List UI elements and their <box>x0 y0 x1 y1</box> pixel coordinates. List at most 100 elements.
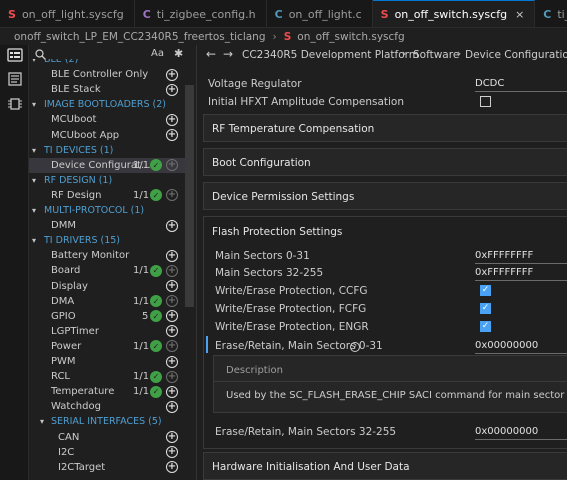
forward-arrow-icon[interactable]: → <box>223 47 233 61</box>
module-label: BLE Stack <box>51 84 101 96</box>
add-module-icon[interactable]: + <box>166 385 178 398</box>
we-protection-ccfg-checkbox[interactable]: ✓ <box>480 285 491 296</box>
field-underline <box>475 280 567 281</box>
match-case-toggle[interactable]: Aa <box>151 48 164 59</box>
tab-ti-f3-main-c[interactable]: C ti_f3_main.c <box>535 0 567 27</box>
add-module-icon[interactable]: + <box>166 249 178 262</box>
close-tab-icon[interactable]: × <box>515 8 524 21</box>
tree-module-item[interactable]: Temperature 1/1 ✓ + <box>29 384 185 399</box>
we-protection-engr-checkbox[interactable]: ✓ <box>480 321 491 332</box>
main-sectors-0-31-input[interactable]: 0xFFFFFFFF <box>475 250 533 261</box>
add-module-icon[interactable]: + <box>166 370 178 383</box>
tree-module-item[interactable]: MCUboot + <box>29 112 185 127</box>
tree-module-item[interactable]: Power 1/1 ✓ + <box>29 339 185 354</box>
chevron-down-icon[interactable]: ▾ <box>32 206 36 215</box>
tab-on-off-light-syscfg[interactable]: S on_off_light.syscfg <box>0 0 135 27</box>
config-panel: ← → CC2340R5 Development Platform › Soft… <box>198 45 567 480</box>
tree-module-item[interactable]: Display + <box>29 279 185 294</box>
breadcrumb-file[interactable]: on_off_switch.syscfg <box>297 31 404 43</box>
hfxt-amplitude-checkbox[interactable] <box>480 96 491 107</box>
check-circle-icon: ✓ <box>150 189 162 202</box>
tree-module-item[interactable]: PWM + <box>29 354 185 369</box>
document-view-icon[interactable] <box>7 72 23 86</box>
add-module-icon[interactable]: + <box>166 280 178 292</box>
voltage-regulator-select[interactable]: DCDC <box>475 78 504 89</box>
we-protection-fcfg-checkbox[interactable]: ✓ <box>480 303 491 314</box>
tree-module-item[interactable]: Watchdog + <box>29 399 185 414</box>
add-module-icon[interactable]: + <box>166 325 178 338</box>
tree-module-item[interactable]: BLE Stack + <box>29 82 185 97</box>
chevron-down-icon[interactable]: ▾ <box>32 236 36 245</box>
tree-module-item[interactable]: I2CTarget + <box>29 460 185 475</box>
main-sectors-32-255-input[interactable]: 0xFFFFFFFF <box>475 267 533 278</box>
add-module-icon[interactable]: + <box>166 431 178 443</box>
tab-ti-zigbee-config-h[interactable]: C ti_zigbee_config.h <box>135 0 267 27</box>
chip-view-icon[interactable] <box>7 97 23 111</box>
add-module-icon[interactable]: + <box>166 340 178 353</box>
help-icon[interactable]: ? <box>350 342 360 352</box>
tree-module-item[interactable]: MCUboot App + <box>29 128 185 143</box>
tree-scrollbar[interactable] <box>185 85 194 307</box>
chevron-down-icon[interactable]: ▾ <box>32 100 36 109</box>
tree-module-item[interactable]: Battery Monitor + <box>29 248 185 263</box>
tree-category[interactable]: ▾ TI DEVICES (1) <box>29 143 185 158</box>
tree-category[interactable]: ▾ BLE (2) <box>29 59 185 67</box>
section-hardware-initialisation[interactable]: Hardware Initialisation And User Data <box>203 452 567 480</box>
add-module-icon[interactable]: + <box>166 446 178 459</box>
tree-module-item[interactable]: LGPTimer + <box>29 324 185 339</box>
tree-module-item[interactable]: RF Design 1/1 ✓ + <box>29 188 185 203</box>
add-module-icon[interactable]: + <box>166 310 178 323</box>
chevron-down-icon[interactable]: ▾ <box>32 59 36 64</box>
tree-category[interactable]: ▾ SERIAL INTERFACES (5) <box>29 414 185 429</box>
erase-retain-32-255-input[interactable]: 0x00000000 <box>475 426 538 437</box>
add-module-icon[interactable]: + <box>166 189 178 202</box>
tree-module-item[interactable]: CAN + <box>29 430 185 445</box>
add-module-icon[interactable]: + <box>166 68 178 81</box>
section-device-permission-settings[interactable]: Device Permission Settings <box>203 182 567 210</box>
search-icon[interactable] <box>35 48 46 60</box>
check-circle-icon: ✓ <box>150 340 162 353</box>
tree-module-item[interactable]: DMA 1/1 ✓ + <box>29 294 185 309</box>
add-module-icon[interactable]: + <box>166 295 178 308</box>
c-header-file-icon: C <box>142 7 151 21</box>
tree-module-item[interactable]: BLE Controller Only + <box>29 67 185 82</box>
tab-on-off-switch-syscfg[interactable]: S on_off_switch.syscfg × <box>372 0 536 27</box>
section-title: RF Temperature Compensation <box>212 123 375 135</box>
tree-category[interactable]: ▾ TI DRIVERS (15) <box>29 233 185 248</box>
tree-module-item[interactable]: I2C + <box>29 445 185 460</box>
add-module-icon[interactable]: + <box>166 159 178 172</box>
chevron-down-icon[interactable]: ▾ <box>40 417 44 426</box>
tab-on-off-light-c[interactable]: C on_off_light.c <box>267 0 373 27</box>
add-module-icon[interactable]: + <box>166 129 178 141</box>
instance-count: 1/1 <box>133 371 150 383</box>
nav-software[interactable]: Software <box>413 49 459 61</box>
tree-module-item[interactable]: GPIO 5 ✓ + <box>29 309 185 324</box>
chevron-down-icon[interactable]: ▾ <box>32 146 36 155</box>
section-boot-configuration[interactable]: Boot Configuration <box>203 148 567 176</box>
tree-module-item[interactable]: RCL 1/1 ✓ + <box>29 369 185 384</box>
erase-retain-0-31-input[interactable]: 0x00000000 <box>475 340 538 351</box>
tree-category[interactable]: ▾ MULTI-PROTOCOL (1) <box>29 203 185 218</box>
add-module-icon[interactable]: + <box>166 219 178 232</box>
add-module-icon[interactable]: + <box>166 461 178 474</box>
tree-category[interactable]: ▾ IMAGE BOOTLOADERS (2) <box>29 97 185 112</box>
category-label: RF DESIGN (1) <box>44 174 113 186</box>
tree-category[interactable]: ▾ RF DESIGN (1) <box>29 173 185 188</box>
breadcrumb-folder[interactable]: onoff_switch_LP_EM_CC2340R5_freertos_tic… <box>14 31 266 43</box>
section-rf-temperature-compensation[interactable]: RF Temperature Compensation <box>203 114 567 142</box>
tree-module-item[interactable]: DMM + <box>29 218 185 233</box>
list-view-icon[interactable] <box>7 48 23 62</box>
nav-platform[interactable]: CC2340R5 Development Platform <box>242 49 419 61</box>
nav-device-configuration[interactable]: Device Configuration <box>465 49 567 61</box>
add-module-icon[interactable]: + <box>166 355 178 368</box>
add-module-icon[interactable]: + <box>166 264 178 277</box>
back-arrow-icon[interactable]: ← <box>206 47 216 61</box>
module-label: MCUboot App <box>51 129 120 141</box>
add-module-icon[interactable]: + <box>166 400 178 413</box>
add-module-icon[interactable]: + <box>166 83 178 96</box>
add-module-icon[interactable]: + <box>166 113 178 126</box>
section-title[interactable]: Flash Protection Settings <box>212 226 342 238</box>
tree-module-item[interactable]: Board 1/1 ✓ + <box>29 263 185 278</box>
tree-module-item[interactable]: Device Configurat... 1/1 ✓ + <box>29 157 185 173</box>
chevron-down-icon[interactable]: ▾ <box>32 176 36 185</box>
